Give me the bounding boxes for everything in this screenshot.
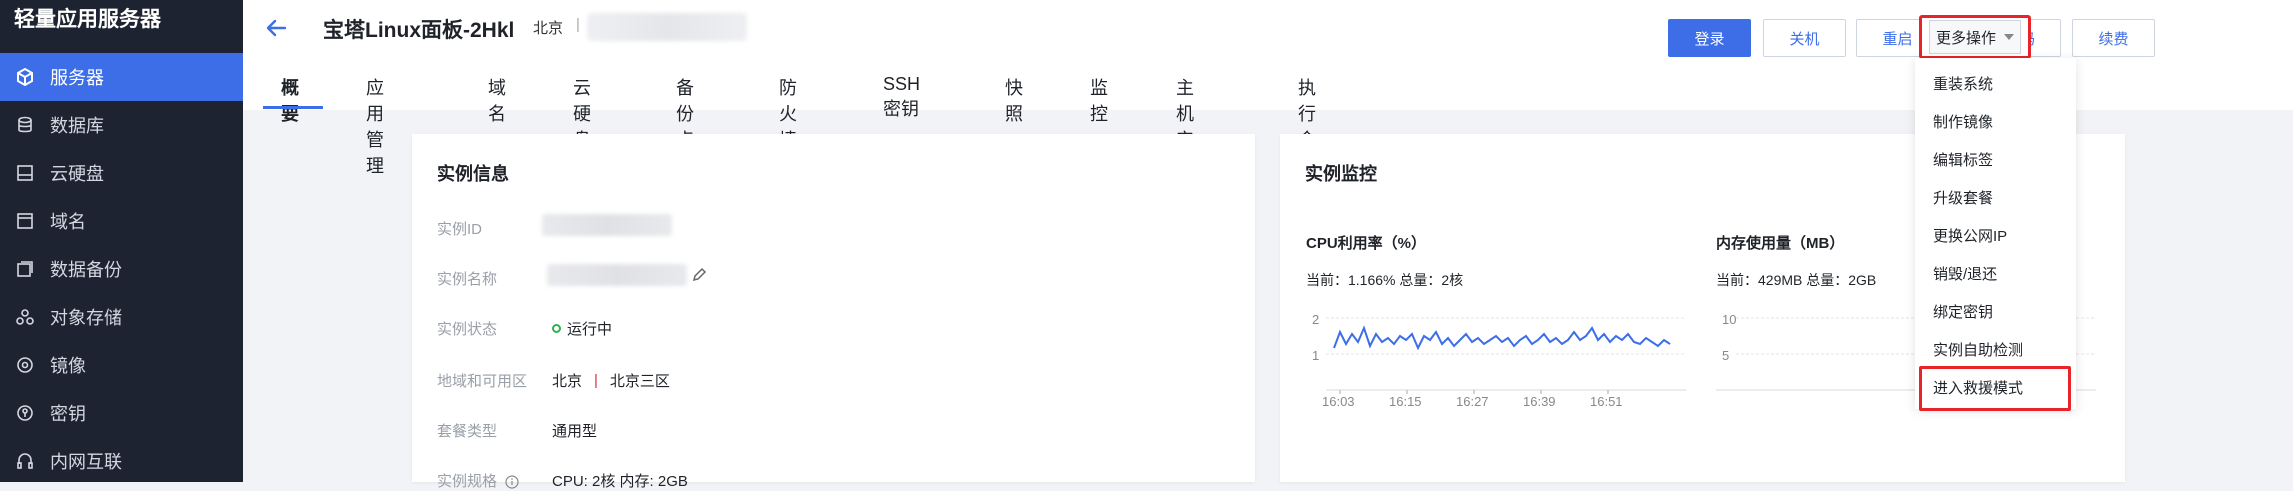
tab-ssh-key[interactable]: SSH密钥 — [883, 74, 920, 119]
cpu-x-tick: 16:39 — [1523, 394, 1556, 409]
tab-host-security[interactable]: 主机安全 — [1176, 74, 1194, 176]
zone-value: 北京三区 — [609, 373, 670, 390]
sidebar-item-label: 数据备份 — [50, 260, 122, 280]
tab-domain[interactable]: 域名 — [488, 74, 506, 124]
key-icon — [14, 402, 36, 424]
cpu-current-text: 当前：1.166% 总量：2核 — [1306, 272, 1464, 288]
page-title: 宝塔Linux面板-2Hkl — [323, 19, 515, 42]
tab-firewall[interactable]: 防火墙 — [779, 74, 797, 150]
instance-info-card: 实例信息 实例ID 实例名称 实例状态 运行中 地域和可用区 北京 | 北京三区… — [412, 134, 1255, 490]
header-separator: | — [576, 16, 580, 33]
more-actions-highlight: 更多操作 — [1919, 15, 2031, 59]
region-separator: | — [594, 372, 598, 389]
sidebar-item-label: 云硬盘 — [50, 164, 104, 184]
menu-item-upgrade-plan[interactable]: 升级套餐 — [1915, 178, 2076, 216]
sidebar-item-disk[interactable]: 云硬盘 — [0, 149, 243, 197]
sidebar-item-server[interactable]: 服务器 — [0, 53, 243, 101]
instance-status-label: 实例状态 — [437, 321, 498, 338]
menu-item-change-public-ip[interactable]: 更换公网IP — [1915, 216, 2076, 254]
plan-type-value: 通用型 — [552, 423, 598, 440]
cpu-x-tick: 16:51 — [1590, 394, 1623, 409]
instance-name-redacted — [547, 264, 687, 286]
region-zone-value: 北京 | 北京三区 — [552, 370, 670, 391]
instance-info-title: 实例信息 — [437, 164, 509, 184]
instance-name-label: 实例名称 — [437, 271, 498, 288]
menu-item-self-check[interactable]: 实例自助检测 — [1915, 330, 2076, 368]
image-icon — [14, 354, 36, 376]
menu-item-destroy-refund[interactable]: 销毁/退还 — [1915, 254, 2076, 292]
domain-icon — [14, 210, 36, 232]
database-icon — [14, 114, 36, 136]
sidebar-item-network[interactable]: 内网互联 — [0, 437, 243, 485]
ip-address-redacted — [587, 13, 747, 41]
menu-item-rescue-mode[interactable]: 进入救援模式 — [1915, 368, 2076, 406]
instance-name-value — [547, 264, 707, 286]
region-zone-label: 地域和可用区 — [437, 373, 528, 390]
tab-execute-command[interactable]: 执行命令 — [1298, 74, 1316, 176]
sidebar-item-domain[interactable]: 域名 — [0, 197, 243, 245]
server-icon — [14, 66, 36, 88]
tab-snapshot[interactable]: 快照 — [1005, 74, 1023, 124]
shutdown-button[interactable]: 关机 — [1763, 19, 1846, 57]
cpu-chart-title: CPU利用率（%） — [1306, 235, 1427, 252]
region-value: 北京 — [552, 373, 583, 390]
sidebar-item-key[interactable]: 密钥 — [0, 389, 243, 437]
instance-spec-label: 实例规格 — [437, 470, 519, 491]
more-actions-dropdown: 重装系统 制作镜像 编辑标签 升级套餐 更换公网IP 销毁/退还 绑定密钥 实例… — [1915, 58, 2076, 409]
renew-button[interactable]: 续费 — [2072, 19, 2155, 57]
status-running-icon — [552, 324, 561, 333]
sidebar-item-image[interactable]: 镜像 — [0, 341, 243, 389]
sidebar-item-storage[interactable]: 对象存储 — [0, 293, 243, 341]
sidebar-title: 轻量应用服务器 — [14, 8, 161, 31]
info-circle-icon[interactable] — [505, 475, 519, 489]
sidebar-item-label: 域名 — [50, 212, 86, 232]
sidebar-item-backup[interactable]: 数据备份 — [0, 245, 243, 293]
storage-icon — [14, 306, 36, 328]
sidebar-item-label: 密钥 — [50, 404, 86, 424]
instance-id-label: 实例ID — [437, 221, 483, 238]
edit-pencil-icon[interactable] — [691, 267, 707, 283]
region-label: 北京 — [533, 20, 564, 37]
status-text: 运行中 — [567, 321, 613, 338]
backup-icon — [14, 258, 36, 280]
cpu-usage-chart — [1326, 317, 1686, 394]
menu-item-reinstall-system[interactable]: 重装系统 — [1915, 64, 2076, 102]
sidebar-item-label: 镜像 — [50, 356, 86, 376]
cpu-x-tick: 16:27 — [1456, 394, 1489, 409]
memory-current-text: 当前：429MB 总量：2GB — [1716, 272, 1877, 288]
menu-item-edit-tags[interactable]: 编辑标签 — [1915, 140, 2076, 178]
tab-overview[interactable]: 概要 — [281, 74, 299, 124]
sidebar-item-label: 服务器 — [50, 68, 104, 88]
instance-status-value: 运行中 — [552, 318, 612, 339]
tab-monitor[interactable]: 监控 — [1090, 74, 1108, 124]
back-arrow-icon[interactable] — [263, 14, 291, 42]
tab-app-management[interactable]: 应用管理 — [366, 74, 384, 176]
sidebar: 轻量应用服务器 服务器 数据库 云硬盘 域名 数据备份 对象存储 镜像 密钥 内… — [0, 0, 243, 482]
more-actions-button[interactable]: 更多操作 — [1929, 20, 2021, 54]
sidebar-item-label: 对象存储 — [50, 308, 122, 328]
sidebar-item-database[interactable]: 数据库 — [0, 101, 243, 149]
cpu-x-tick: 16:03 — [1322, 394, 1355, 409]
tab-cloud-disk[interactable]: 云硬盘 — [573, 74, 591, 150]
disk-icon — [14, 162, 36, 184]
plan-type-label: 套餐类型 — [437, 423, 498, 440]
instance-id-value — [542, 214, 672, 236]
tab-backup-point[interactable]: 备份点 — [676, 74, 694, 150]
instance-spec-value: CPU: 2核 内存: 2GB — [552, 473, 688, 490]
instance-id-redacted — [542, 214, 672, 236]
sidebar-item-label: 数据库 — [50, 116, 104, 136]
memory-chart-title: 内存使用量（MB） — [1716, 235, 1845, 252]
active-tab-indicator — [263, 106, 323, 109]
menu-item-bind-key[interactable]: 绑定密钥 — [1915, 292, 2076, 330]
caret-down-icon — [2004, 34, 2014, 40]
login-button[interactable]: 登录 — [1668, 19, 1751, 57]
cpu-x-tick: 16:15 — [1389, 394, 1422, 409]
instance-monitor-title: 实例监控 — [1305, 164, 1377, 184]
menu-item-create-image[interactable]: 制作镜像 — [1915, 102, 2076, 140]
sidebar-item-label: 内网互联 — [50, 452, 122, 472]
more-actions-label: 更多操作 — [1935, 29, 1996, 47]
network-icon — [14, 450, 36, 472]
